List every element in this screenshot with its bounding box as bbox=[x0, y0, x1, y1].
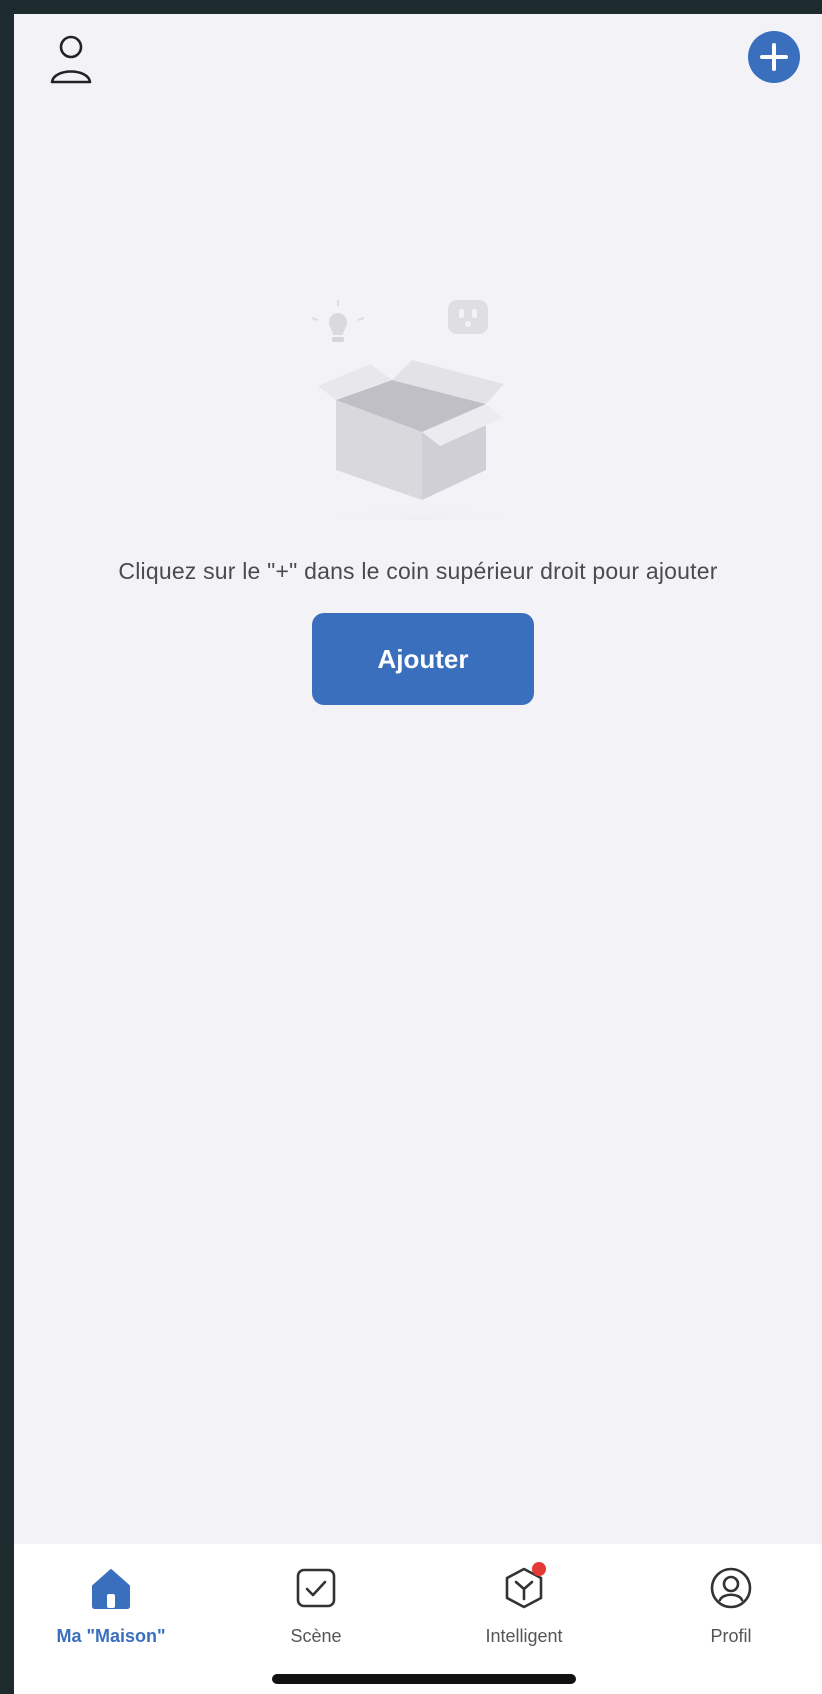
scene-checkbox-icon bbox=[292, 1564, 340, 1612]
bottom-tab-bar: Ma "Maison" Scène Intelligent Profil bbox=[14, 1544, 822, 1694]
tab-scene-label: Scène bbox=[290, 1626, 342, 1646]
tab-profile[interactable]: Profil bbox=[646, 1564, 816, 1664]
home-icon bbox=[87, 1564, 135, 1612]
smart-cube-icon bbox=[500, 1562, 548, 1612]
plug-socket-icon bbox=[448, 300, 488, 334]
bulb-icon bbox=[311, 300, 365, 342]
empty-box-illustration bbox=[272, 300, 572, 604]
notification-badge bbox=[532, 1562, 546, 1576]
plus-icon bbox=[760, 43, 788, 71]
tab-home-label: Ma "Maison" bbox=[56, 1626, 166, 1646]
device-frame-top bbox=[0, 0, 822, 14]
add-button[interactable]: Ajouter bbox=[312, 613, 534, 705]
tab-intelligent[interactable]: Intelligent bbox=[439, 1562, 609, 1664]
profile-icon bbox=[707, 1564, 755, 1612]
tab-intelligent-label: Intelligent bbox=[485, 1626, 563, 1646]
tab-profile-label: Profil bbox=[710, 1626, 752, 1646]
top-bar bbox=[14, 14, 822, 104]
tab-home[interactable]: Ma "Maison" bbox=[26, 1564, 196, 1664]
add-device-button[interactable] bbox=[748, 31, 800, 83]
empty-state-hint: Cliquez sur le "+" dans le coin supérieu… bbox=[118, 558, 718, 584]
tab-scene[interactable]: Scène bbox=[231, 1564, 401, 1664]
user-account-icon[interactable] bbox=[48, 32, 94, 88]
home-indicator bbox=[272, 1674, 576, 1684]
app-screen: Cliquez sur le "+" dans le coin supérieu… bbox=[14, 14, 822, 1694]
